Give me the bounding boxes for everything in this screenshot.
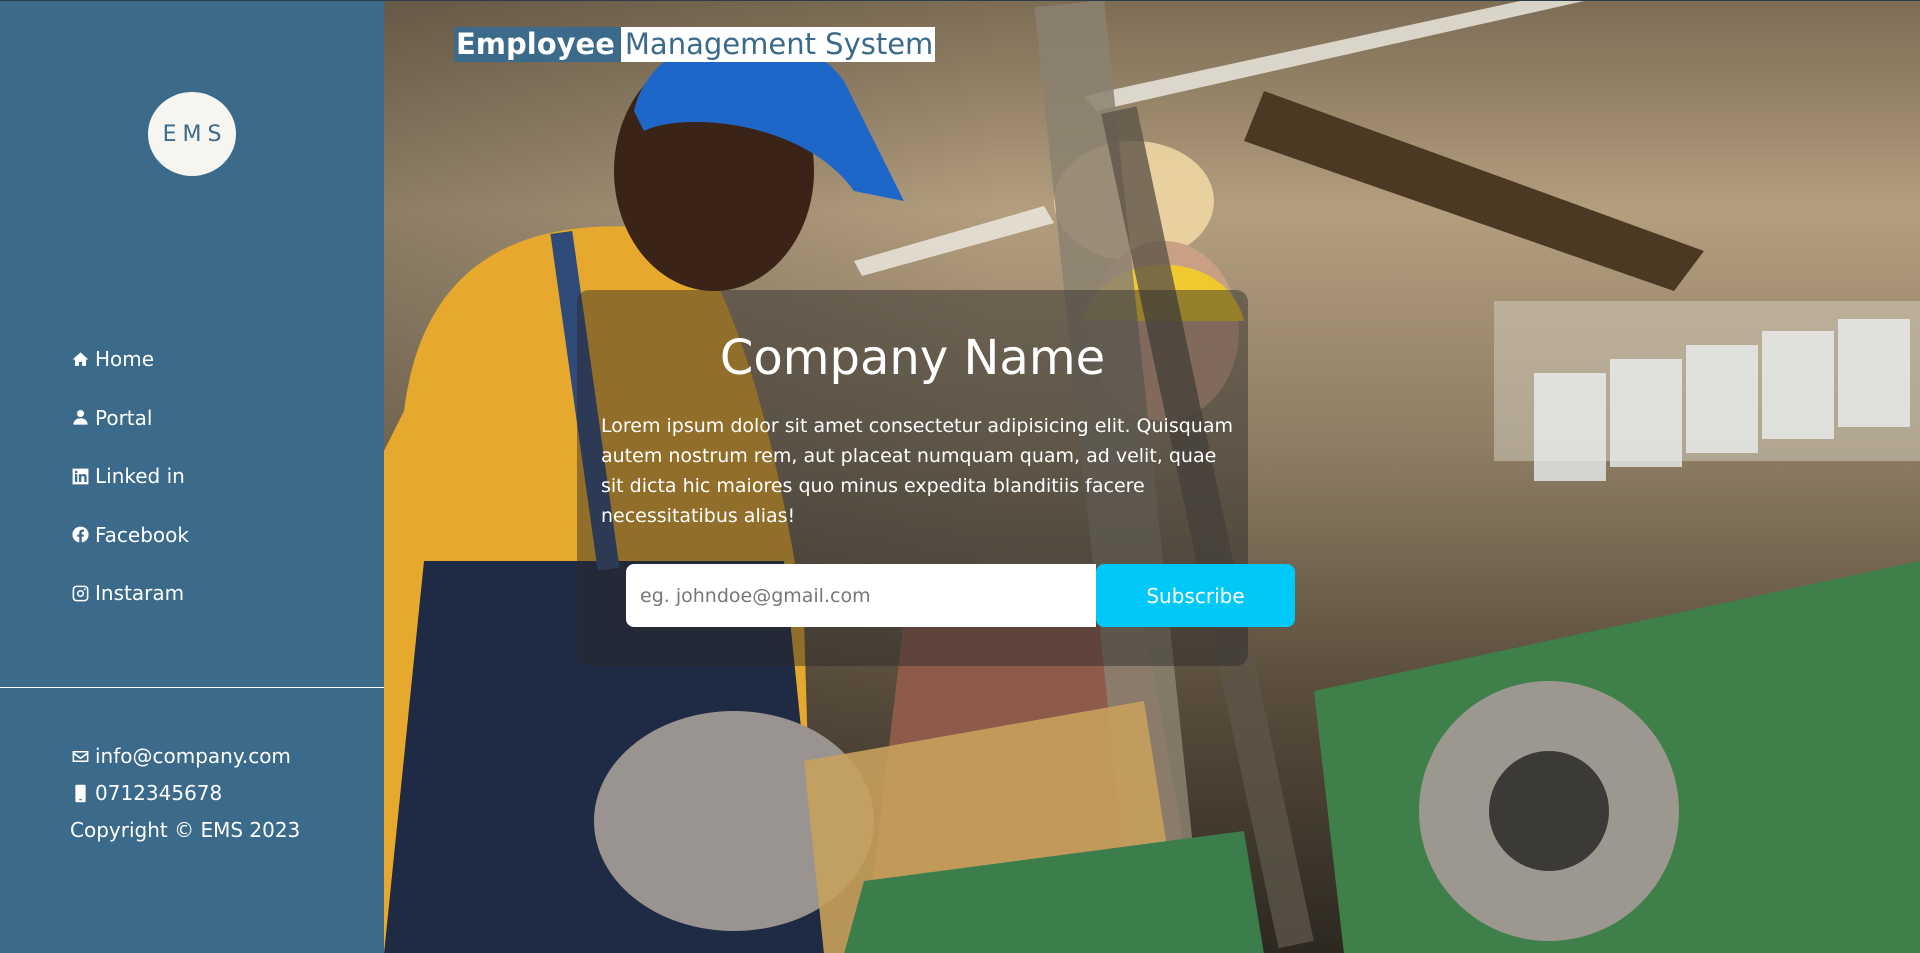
hero-card: Company Name Lorem ipsum dolor sit amet …: [577, 290, 1295, 666]
site-title-bold: Employee: [454, 27, 621, 62]
nav-label: Linked in: [95, 464, 185, 488]
email-input[interactable]: [626, 564, 1096, 627]
facebook-icon: [70, 525, 90, 545]
logo-text: EMS: [162, 121, 228, 147]
mobile-phone-icon: [70, 783, 90, 803]
nav-item-facebook[interactable]: Facebook: [70, 521, 189, 549]
contact-info: info@company.com 0712345678 Copyright © …: [70, 740, 300, 851]
hero-description: Lorem ipsum dolor sit amet consectetur a…: [601, 415, 1233, 527]
sidebar-nav: Home Portal Linked in Facebook Instaram: [70, 345, 189, 638]
nav-label: Facebook: [95, 522, 189, 547]
site-title-rest: Management System: [620, 27, 936, 62]
user-icon: [70, 408, 90, 428]
copyright: Copyright © EMS 2023: [70, 814, 300, 846]
contact-email[interactable]: info@company.com: [70, 740, 300, 772]
subscribe-form: Subscribe: [626, 564, 1295, 627]
nav-item-linkedin[interactable]: Linked in: [70, 462, 189, 490]
company-heading: Company Name: [719, 330, 1106, 386]
nav-label: Portal: [95, 405, 153, 430]
sidebar-divider: [0, 687, 384, 688]
logo[interactable]: EMS: [148, 92, 236, 176]
contact-phone[interactable]: 0712345678: [70, 777, 300, 809]
contact-email-text: info@company.com: [95, 744, 291, 768]
subscribe-button[interactable]: Subscribe: [1096, 564, 1295, 627]
nav-item-home[interactable]: Home: [70, 345, 189, 373]
nav-item-instagram[interactable]: Instaram: [70, 579, 189, 607]
linkedin-icon: [70, 466, 90, 486]
nav-item-portal[interactable]: Portal: [70, 404, 189, 432]
page: EMS Home Portal Linked in Facebook Insta…: [0, 0, 1920, 953]
sidebar: EMS Home Portal Linked in Facebook Insta…: [0, 1, 384, 953]
nav-label: Instaram: [95, 581, 185, 605]
hero-section: Employee Management System Company Name …: [384, 1, 1920, 953]
home-icon: [70, 349, 90, 369]
envelope-icon: [70, 746, 90, 766]
nav-label: Home: [95, 347, 155, 371]
copyright-text: Copyright © EMS 2023: [70, 818, 301, 842]
site-title: Employee Management System: [454, 27, 936, 62]
contact-phone-text: 0712345678: [95, 781, 223, 805]
instagram-icon: [70, 583, 90, 603]
